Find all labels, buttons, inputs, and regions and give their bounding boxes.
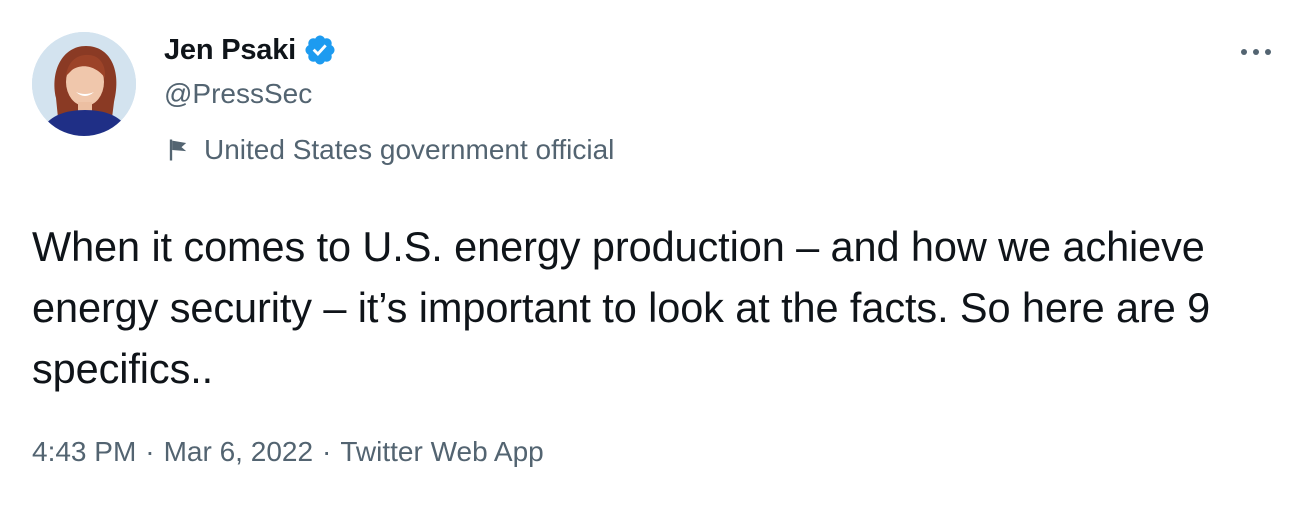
verified-badge-icon <box>303 33 337 67</box>
tweet-source[interactable]: Twitter Web App <box>340 436 543 468</box>
tweet-meta: 4:43 PM · Mar 6, 2022 · Twitter Web App <box>32 436 544 468</box>
avatar[interactable] <box>32 32 136 136</box>
tweet-card: Jen Psaki @PressSec United States govern… <box>0 0 1310 514</box>
ellipsis-icon <box>1241 49 1271 55</box>
profile-photo-icon <box>32 32 136 136</box>
separator: · <box>322 436 332 467</box>
handle[interactable]: @PressSec <box>164 78 337 110</box>
tweet-time[interactable]: 4:43 PM <box>32 436 136 468</box>
flag-icon <box>164 136 192 164</box>
author-info: Jen Psaki @PressSec <box>164 30 337 110</box>
display-name[interactable]: Jen Psaki <box>164 34 296 67</box>
government-label: United States government official <box>164 132 614 168</box>
tweet-date[interactable]: Mar 6, 2022 <box>164 436 313 468</box>
label-text: United States government official <box>204 134 615 165</box>
more-options-button[interactable] <box>1232 34 1280 70</box>
tweet-text: When it comes to U.S. energy production … <box>32 223 1211 392</box>
separator: · <box>145 436 155 467</box>
